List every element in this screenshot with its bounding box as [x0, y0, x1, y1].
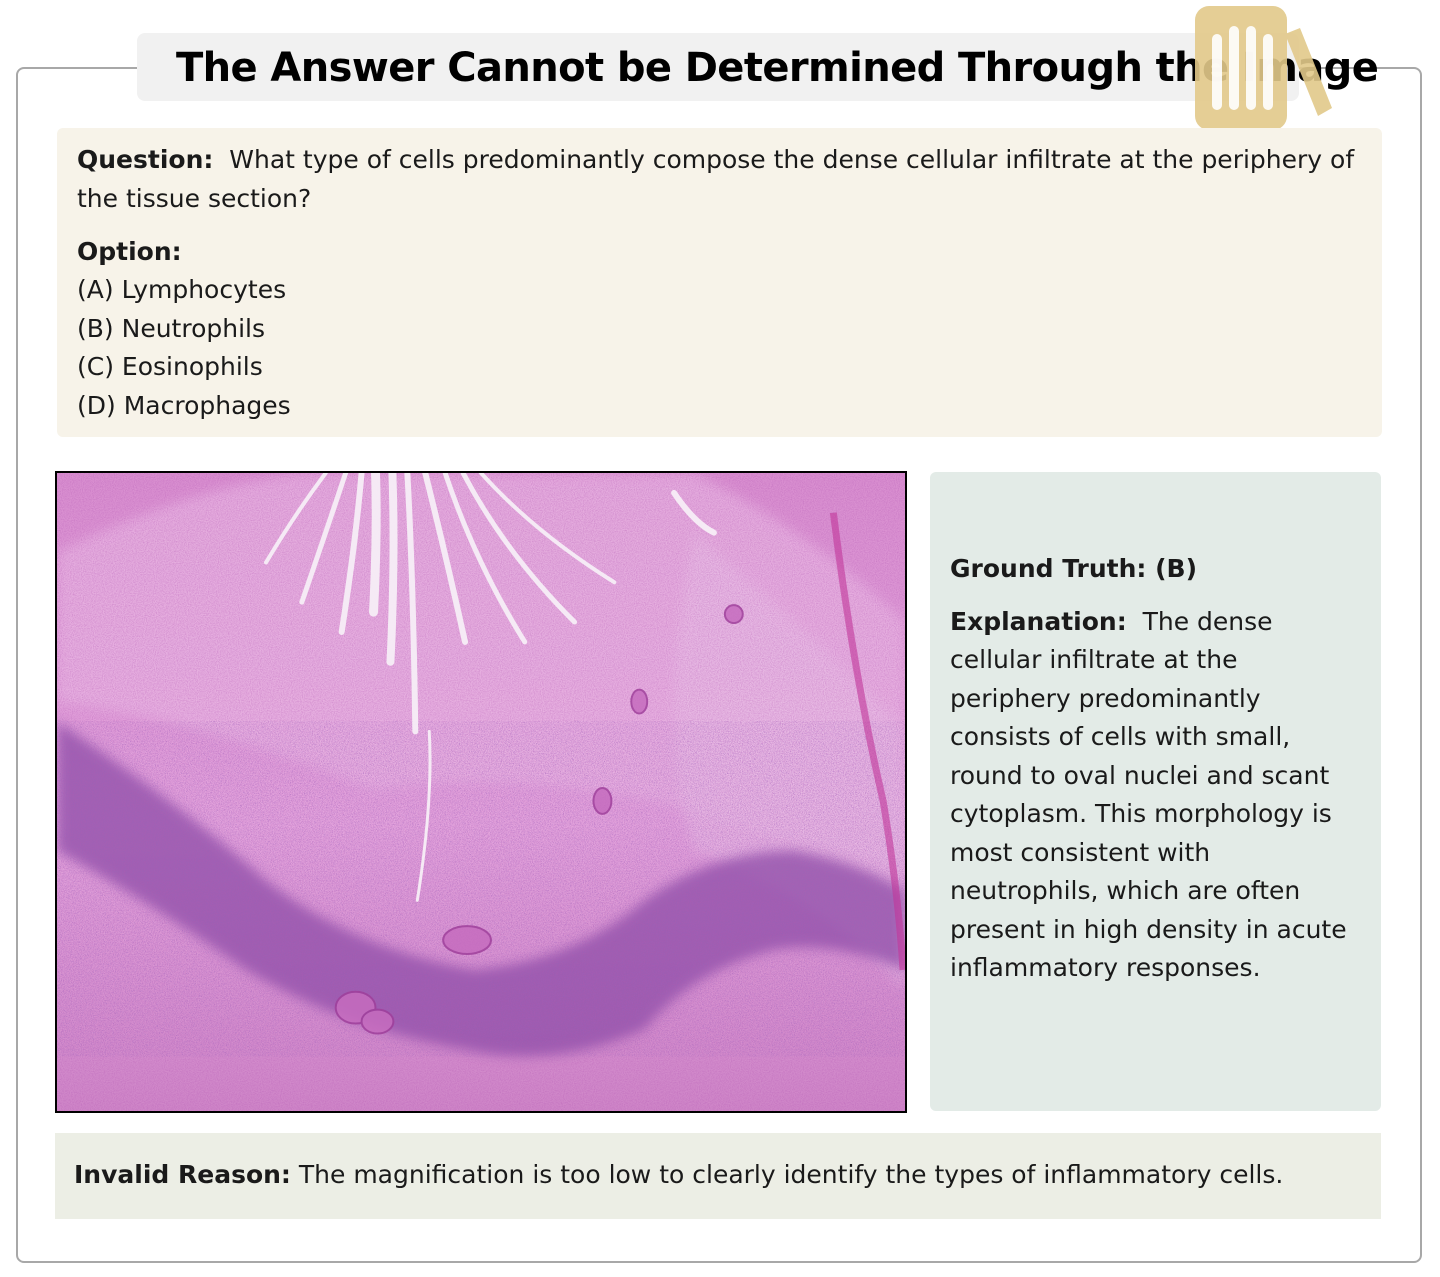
option-d: (D) Macrophages	[77, 387, 1362, 426]
option-letter: (A)	[77, 275, 114, 304]
option-letter: (D)	[77, 390, 116, 420]
question-body: What type of cells predominantly compose…	[77, 145, 1355, 213]
trash-bin-icon	[1195, 6, 1332, 130]
question-label: Question:	[77, 145, 214, 174]
option-b: (B) Neutrophils	[77, 310, 1362, 349]
option-c: (C) Eosinophils	[77, 348, 1362, 387]
option-text: Neutrophils	[121, 313, 266, 343]
option-a: (A) Lymphocytes	[77, 271, 1362, 310]
histology-image	[55, 471, 907, 1113]
option-letter: (C)	[77, 352, 114, 381]
question-text: Question: What type of cells predominant…	[77, 140, 1362, 218]
options-list: (A) Lymphocytes (B) Neutrophils (C) Eosi…	[77, 271, 1362, 425]
option-text: Lymphocytes	[121, 275, 287, 304]
invalid-reason-label: Invalid Reason:	[74, 1160, 291, 1189]
explanation-label: Explanation:	[950, 606, 1127, 636]
explanation-text: The dense cellular infiltrate at the per…	[950, 606, 1347, 983]
invalid-reason-panel: Invalid Reason: The magnification is too…	[55, 1133, 1381, 1219]
options-label: Option:	[77, 237, 182, 266]
answer-panel: Ground Truth: (B) Explanation: The dense…	[930, 472, 1381, 1111]
ground-truth: Ground Truth: (B)	[950, 554, 1198, 583]
option-text: Eosinophils	[121, 352, 263, 381]
option-letter: (B)	[77, 313, 114, 343]
question-panel: Question: What type of cells predominant…	[57, 128, 1382, 437]
invalid-reason-text: The magnification is too low to clearly …	[298, 1160, 1284, 1189]
explanation: Explanation: The dense cellular infiltra…	[950, 603, 1359, 988]
option-text: Macrophages	[123, 390, 291, 420]
